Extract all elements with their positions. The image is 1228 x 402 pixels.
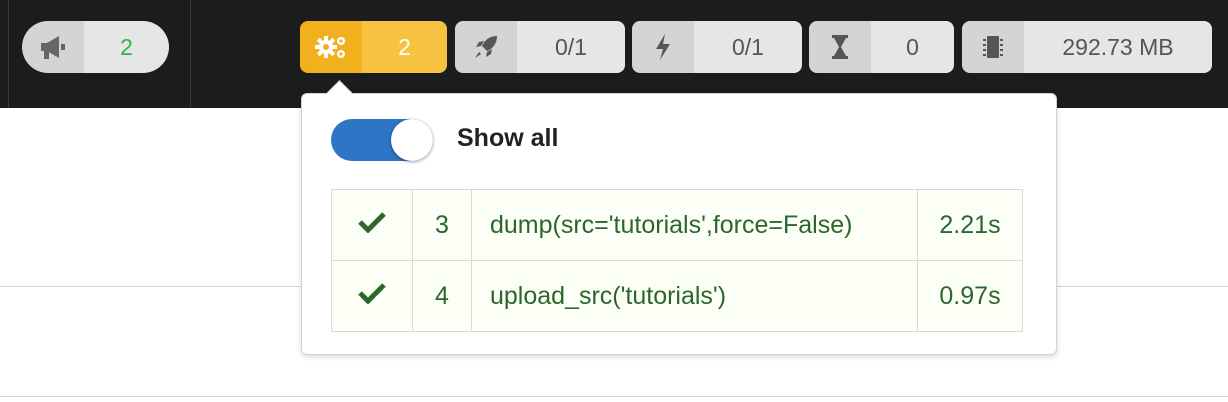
content-divider bbox=[0, 396, 1228, 397]
task-id: 3 bbox=[412, 189, 472, 261]
power-value: 0/1 bbox=[694, 21, 802, 73]
task-command: dump(src='tutorials',force=False) bbox=[471, 189, 918, 261]
deploys-button[interactable]: 0/1 bbox=[455, 21, 625, 73]
announcements-count: 2 bbox=[84, 21, 169, 73]
table-row: 4 upload_src('tutorials') 0.97s bbox=[331, 260, 1023, 332]
power-button[interactable]: 0/1 bbox=[632, 21, 802, 73]
toggle-knob[interactable] bbox=[391, 119, 433, 161]
hourglass-icon bbox=[809, 21, 871, 73]
show-all-label: Show all bbox=[457, 124, 559, 152]
checkmark-icon bbox=[358, 211, 386, 234]
memory-value: 292.73 MB bbox=[1024, 21, 1212, 73]
bolt-icon bbox=[632, 21, 694, 73]
task-duration: 0.97s bbox=[917, 260, 1023, 332]
jobs-count: 2 bbox=[362, 21, 447, 73]
toolbar-divider bbox=[190, 0, 191, 108]
tasks-table: 3 dump(src='tutorials',force=False) 2.21… bbox=[331, 189, 1023, 332]
checkmark-icon bbox=[358, 282, 386, 305]
show-all-toggle[interactable] bbox=[331, 119, 433, 161]
status-cell bbox=[331, 189, 413, 261]
pending-value: 0 bbox=[871, 21, 954, 73]
task-command: upload_src('tutorials') bbox=[471, 260, 918, 332]
top-toolbar: 2 2 0/1 0/1 0 292.73 MB bbox=[0, 0, 1228, 108]
jobs-button[interactable]: 2 bbox=[300, 21, 447, 73]
toolbar-divider bbox=[8, 0, 9, 108]
rocket-icon bbox=[455, 21, 517, 73]
deploys-value: 0/1 bbox=[517, 21, 625, 73]
task-duration: 2.21s bbox=[917, 189, 1023, 261]
jobs-popup: Show all 3 dump(src='tutorials',force=Fa… bbox=[301, 93, 1057, 355]
task-id: 4 bbox=[412, 260, 472, 332]
status-cell bbox=[331, 260, 413, 332]
announcements-button[interactable]: 2 bbox=[22, 21, 169, 73]
chip-icon bbox=[962, 21, 1024, 73]
pending-button[interactable]: 0 bbox=[809, 21, 954, 73]
megaphone-icon bbox=[22, 21, 84, 73]
table-row: 3 dump(src='tutorials',force=False) 2.21… bbox=[331, 189, 1023, 261]
memory-button[interactable]: 292.73 MB bbox=[962, 21, 1212, 73]
gears-icon bbox=[300, 21, 362, 73]
